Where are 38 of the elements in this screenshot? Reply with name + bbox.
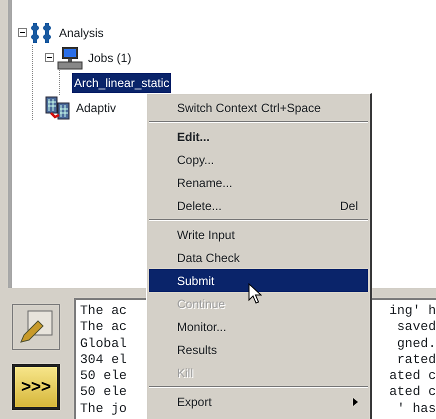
mouse-cursor-icon — [248, 283, 262, 305]
menu-item[interactable]: Rename... — [149, 171, 368, 194]
menu-item[interactable]: Export — [149, 390, 368, 413]
message-text: The ac — [80, 319, 127, 336]
message-text: ated c — [389, 384, 436, 401]
menu-item[interactable]: Copy... — [149, 148, 368, 171]
message-text: 50 ele — [80, 384, 127, 401]
menu-item[interactable]: Delete... Del — [149, 194, 368, 217]
tree-item[interactable]: Analysis — [57, 22, 106, 42]
menu-item[interactable]: Write Input — [149, 223, 368, 246]
menu-item[interactable]: Switch Context Ctrl+Space — [149, 96, 368, 119]
message-text: ing' h — [389, 303, 436, 320]
menu-item[interactable]: Results — [149, 338, 368, 361]
message-text: 50 ele — [80, 368, 127, 384]
submenu-arrow-icon — [353, 398, 358, 406]
message-text: Global — [80, 336, 127, 352]
collapse-toggle[interactable] — [45, 53, 54, 62]
menu-item[interactable]: Submit — [149, 269, 368, 292]
tree-item[interactable]: Adaptiv — [74, 98, 118, 118]
steps-icon — [30, 22, 54, 44]
computer-icon — [57, 46, 83, 70]
message-text: ated c — [389, 368, 436, 384]
message-text: The jo — [80, 400, 127, 418]
run-button[interactable]: >>> — [12, 364, 60, 410]
message-text: 304 el — [80, 352, 127, 368]
message-text: The ac — [80, 303, 127, 320]
menu-item[interactable]: Monitor... — [149, 315, 368, 338]
message-text: rated — [396, 352, 436, 368]
tree-item[interactable]: Arch_linear_static — [72, 72, 172, 92]
message-text: saved — [396, 319, 436, 336]
edit-button[interactable] — [12, 304, 60, 350]
menu-item[interactable]: Data Check — [149, 246, 368, 269]
message-text: ' has — [396, 400, 436, 418]
message-text: gned. — [396, 336, 436, 352]
collapse-toggle[interactable] — [18, 28, 27, 37]
menu-item[interactable]: Edit... — [149, 125, 368, 148]
grid-icon — [45, 96, 71, 120]
tree-item[interactable]: Jobs (1) — [86, 48, 134, 68]
